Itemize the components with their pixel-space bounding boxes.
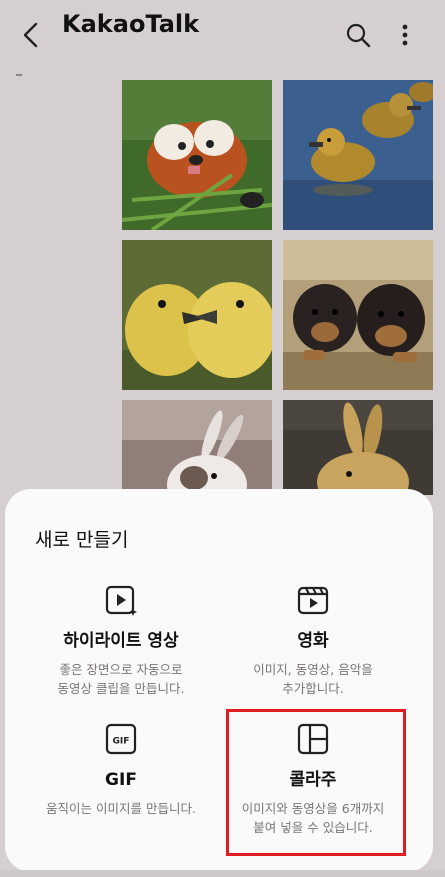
more-options-icon[interactable] <box>393 20 417 50</box>
option-label: GIF <box>105 770 137 790</box>
option-description: 좋은 장면으로 자동으로 동영상 클립을 만듭니다. <box>57 662 185 696</box>
red-panda-photo[interactable] <box>122 80 272 230</box>
back-arrow-icon[interactable] <box>16 20 46 50</box>
puppies-photo[interactable] <box>283 240 433 390</box>
golden-bunny-photo[interactable] <box>283 400 433 495</box>
highlight-video-icon <box>104 583 138 617</box>
option-label: 영화 <box>297 631 329 651</box>
collage-highlight-box <box>226 709 406 856</box>
movie-clapper-icon <box>296 583 330 617</box>
sheet-title: 새로 만들기 <box>35 529 129 551</box>
app-bar: KakaoTalk <box>0 0 445 70</box>
option-label: 하이라이트 영상 <box>63 631 179 651</box>
bottom-edge <box>0 870 445 877</box>
option-description: 움직이는 이미지를 만듭니다. <box>46 801 196 816</box>
create-new-sheet: 새로 만들기 하이라이트 영상 좋은 장면으로 자동으로 동영상 클립을 만듭니… <box>5 489 433 872</box>
movie-option[interactable]: 영화 이미지, 동영상, 음악을 추가합니다. <box>213 583 413 698</box>
search-icon[interactable] <box>343 20 373 50</box>
page-title: KakaoTalk <box>62 10 200 38</box>
gif-icon: GIF <box>104 722 138 756</box>
option-description: 이미지, 동영상, 음악을 추가합니다. <box>253 662 373 696</box>
section-divider <box>16 74 22 76</box>
gif-option[interactable]: GIF GIF 움직이는 이미지를 만듭니다. <box>21 722 221 818</box>
highlight-video-option[interactable]: 하이라이트 영상 좋은 장면으로 자동으로 동영상 클립을 만듭니다. <box>21 583 221 698</box>
goslings-photo[interactable] <box>122 240 272 390</box>
gif-icon-text: GIF <box>113 737 130 747</box>
ducklings-photo[interactable] <box>283 80 433 230</box>
bunny-photo[interactable] <box>122 400 272 495</box>
